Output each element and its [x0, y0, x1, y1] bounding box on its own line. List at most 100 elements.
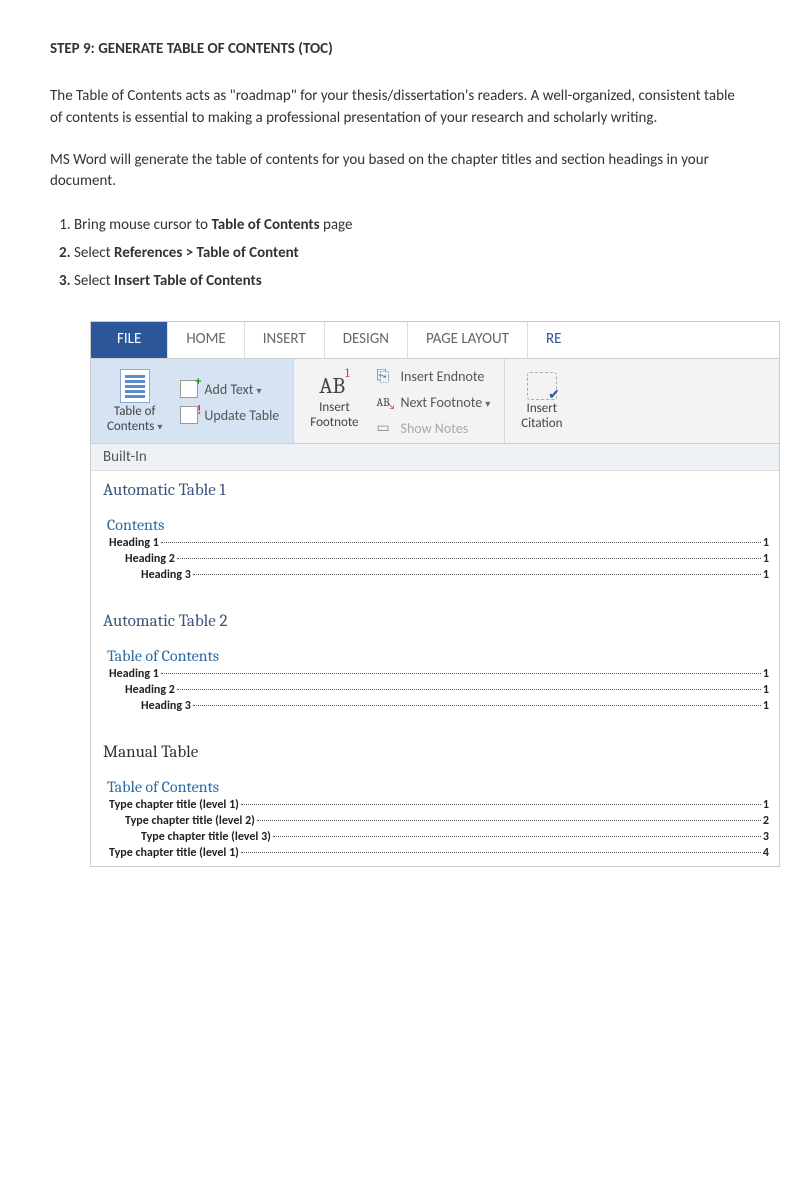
toc-line: Type chapter title (level 1) 4 [101, 846, 769, 860]
next-footnote-icon [377, 393, 395, 411]
step-heading: STEP 9: GENERATE TABLE OF CONTENTS (TOC) [50, 40, 750, 58]
toc-page: 1 [763, 683, 769, 697]
toc-label-1: Table of [114, 404, 156, 419]
step-3-text: Select [74, 272, 114, 290]
table-of-contents-button[interactable]: Table ofContents [101, 367, 168, 437]
update-table-label: Update Table [204, 407, 279, 424]
toc-line: Heading 2 1 [101, 683, 769, 697]
toc-text: Type chapter title (level 2) [125, 814, 255, 828]
word-screenshot: FILE HOME INSERT DESIGN PAGE LAYOUT RE T… [90, 321, 780, 867]
tab-page-layout[interactable]: PAGE LAYOUT [408, 322, 528, 358]
toc-page: 1 [763, 667, 769, 681]
toc-text: Type chapter title (level 3) [141, 830, 271, 844]
ribbon-tabs: FILE HOME INSERT DESIGN PAGE LAYOUT RE [91, 322, 779, 358]
citation-label-1: Insert [527, 401, 558, 416]
auto1-title: Automatic Table 1 [103, 481, 769, 500]
toc-page: 4 [763, 846, 769, 860]
dot-leader [177, 689, 761, 690]
toc-gallery: Built-In Automatic Table 1 Contents Head… [91, 444, 779, 866]
toc-page: 3 [763, 830, 769, 844]
tab-home[interactable]: HOME [168, 322, 244, 358]
intro-paragraph-2: MS Word will generate the table of conte… [50, 150, 750, 194]
toc-text: Heading 3 [141, 699, 191, 713]
step-2-text: Select [74, 244, 114, 262]
toc-line: Heading 11 [101, 536, 769, 550]
dot-leader [161, 542, 761, 543]
next-footnote-label: Next Footnote [401, 394, 491, 411]
group-footnotes: AB1 InsertFootnote Insert Endnote Next F… [294, 359, 505, 443]
dot-leader [177, 558, 761, 559]
toc-line: Type chapter title (level 2) 2 [101, 814, 769, 828]
auto1-contents-label: Contents [107, 516, 769, 534]
toc-page: 2 [763, 814, 769, 828]
endnote-icon [377, 367, 395, 385]
add-text-icon [180, 380, 198, 398]
gallery-auto1[interactable]: Automatic Table 1 Contents Heading 11 He… [91, 471, 779, 602]
dot-leader [241, 852, 761, 853]
group-citations: InsertCitation [505, 359, 578, 443]
insert-footnote-button[interactable]: AB1 InsertFootnote [304, 371, 364, 433]
toc-text: Heading 3 [141, 568, 191, 582]
dot-leader [193, 574, 761, 575]
footnote-label-1: Insert [319, 400, 350, 415]
intro-paragraph-1: The Table of Contents acts as "roadmap" … [50, 86, 750, 130]
step-1-bold: Table of Contents [211, 216, 319, 234]
ribbon-bar: Table ofContents Add Text Update Table A… [91, 358, 779, 444]
step-1: Bring mouse cursor to Table of Contents … [74, 213, 750, 237]
toc-text: Heading 1 [109, 667, 159, 681]
gallery-header-builtin: Built-In [91, 444, 779, 471]
manual-title: Manual Table [103, 743, 769, 762]
tab-file[interactable]: FILE [91, 322, 168, 358]
auto2-title: Automatic Table 2 [103, 612, 769, 631]
dot-leader [193, 705, 761, 706]
show-notes-button[interactable]: Show Notes [373, 417, 495, 439]
endnote-label: Insert Endnote [401, 368, 485, 385]
step-3: Select Insert Table of Contents [74, 269, 750, 293]
citation-label-2: Citation [521, 416, 562, 431]
step-2: Select References > Table of Content [74, 241, 750, 265]
gallery-auto2[interactable]: Automatic Table 2 Table of Contents Head… [91, 602, 779, 733]
toc-page: 1 [763, 552, 769, 566]
update-table-button[interactable]: Update Table [176, 404, 283, 426]
toc-line: Heading 1 1 [101, 667, 769, 681]
dot-leader [273, 836, 761, 837]
toc-text: Heading 2 [125, 683, 175, 697]
group-toc: Table ofContents Add Text Update Table [91, 359, 294, 443]
step-1-text: Bring mouse cursor to [74, 216, 211, 234]
insert-citation-button[interactable]: InsertCitation [515, 370, 568, 434]
show-notes-label: Show Notes [401, 420, 469, 437]
citation-icon [527, 372, 557, 400]
toc-subgroup: Add Text Update Table [176, 378, 283, 426]
step-3-bold: Insert Table of Contents [114, 272, 262, 290]
toc-line: Type chapter title (level 1) 1 [101, 798, 769, 812]
tab-references[interactable]: RE [528, 322, 579, 358]
manual-contents-label: Table of Contents [107, 778, 769, 796]
toc-page: 1 [763, 699, 769, 713]
update-table-icon [180, 406, 198, 424]
toc-page: 1 [763, 568, 769, 582]
show-notes-icon [377, 419, 395, 437]
tab-design[interactable]: DESIGN [325, 322, 408, 358]
toc-line: Type chapter title (level 3) 3 [101, 830, 769, 844]
dot-leader [257, 820, 761, 821]
toc-page: 1 [763, 798, 769, 812]
instruction-list: Bring mouse cursor to Table of Contents … [50, 213, 750, 293]
dot-leader [161, 673, 761, 674]
insert-endnote-button[interactable]: Insert Endnote [373, 365, 495, 387]
footnote-subgroup: Insert Endnote Next Footnote Show Notes [373, 365, 495, 439]
footnote-icon: AB1 [319, 373, 349, 399]
toc-text: Type chapter title (level 1) [109, 846, 239, 860]
toc-icon [120, 369, 150, 403]
next-footnote-button[interactable]: Next Footnote [373, 391, 495, 413]
add-text-label: Add Text [204, 381, 261, 398]
step-2-bold: References > Table of Content [114, 244, 299, 262]
add-text-button[interactable]: Add Text [176, 378, 283, 400]
toc-text: Heading 1 [109, 536, 159, 550]
toc-line: Heading 21 [101, 552, 769, 566]
gallery-manual[interactable]: Manual Table Table of Contents Type chap… [91, 733, 779, 866]
toc-line: Heading 3 1 [101, 699, 769, 713]
tab-insert[interactable]: INSERT [245, 322, 325, 358]
auto2-contents-label: Table of Contents [107, 647, 769, 665]
footnote-label-2: Footnote [310, 415, 358, 430]
toc-text: Type chapter title (level 1) [109, 798, 239, 812]
